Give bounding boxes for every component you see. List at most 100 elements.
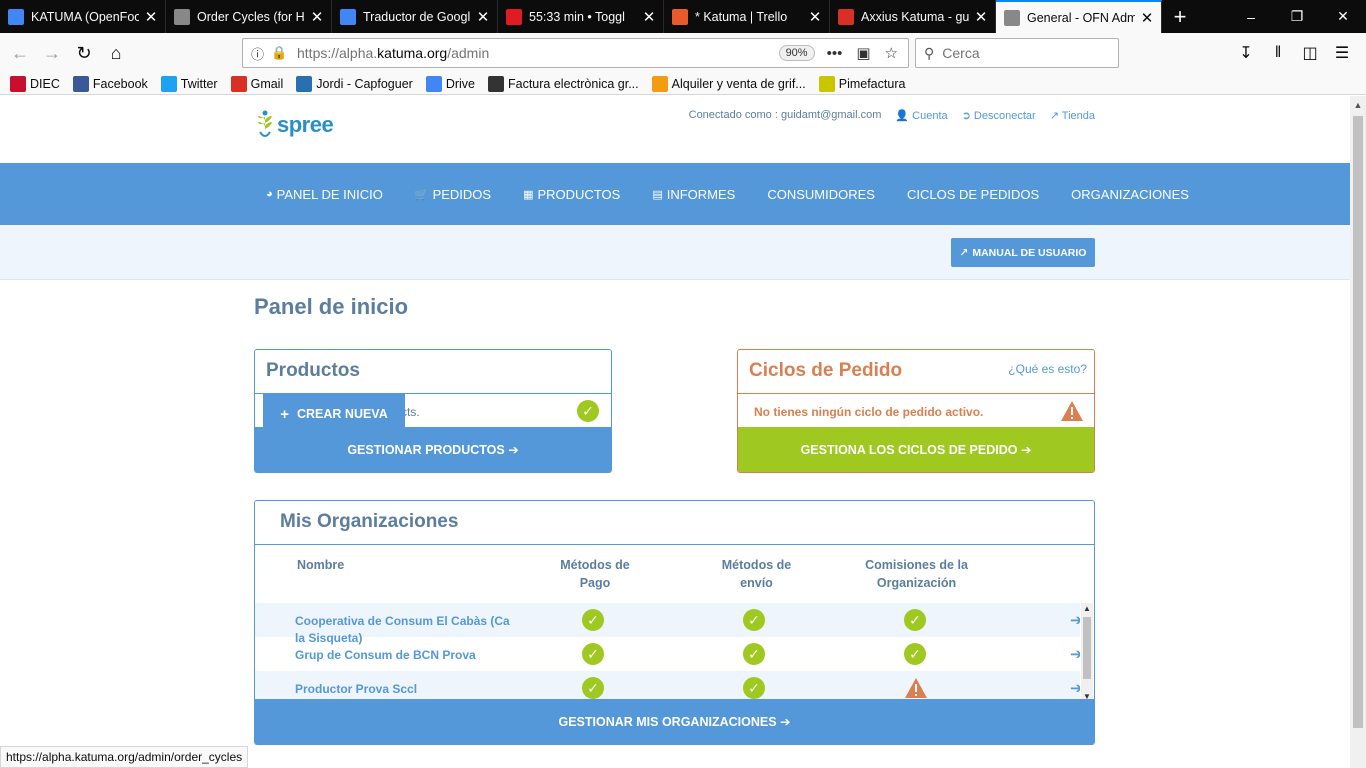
url-bar[interactable]: ⓘ 🔒 https://alpha.katuma.org/admin 90% •… — [242, 38, 909, 68]
bookmark-item[interactable]: Jordi - Capfoguer — [296, 75, 413, 92]
browser-tab[interactable]: Order Cycles (for H ✕ — [166, 0, 332, 33]
page-scroll-thumb[interactable] — [1353, 116, 1363, 728]
arrow-right-icon[interactable]: ➔ — [1070, 645, 1080, 663]
close-tab-icon[interactable]: ✕ — [475, 8, 491, 26]
info-icon[interactable]: ⓘ — [251, 44, 271, 63]
user-manual-button[interactable]: ↗ MANUAL DE USUARIO — [951, 238, 1095, 267]
forward-icon[interactable]: → — [36, 37, 68, 69]
url-text[interactable]: https://alpha.katuma.org/admin — [289, 45, 779, 61]
store-link[interactable]: ↗ Tienda — [1050, 109, 1095, 122]
back-icon[interactable]: ← — [4, 37, 36, 69]
bookmark-item[interactable]: Alquiler y venta de grif... — [651, 75, 806, 92]
browser-tab[interactable]: 55:33 min • Toggl ✕ — [498, 0, 664, 33]
nav-toolbar: ← → ↻ ⌂ ⓘ 🔒 https://alpha.katuma.org/adm… — [0, 33, 1366, 73]
nav-item-label: CICLOS DE PEDIDOS — [906, 186, 1040, 202]
nav-item[interactable]: ORGANIZACIONES — [1071, 187, 1189, 202]
page-scrollbar[interactable]: ▲ — [1350, 96, 1366, 768]
arrow-right-icon[interactable]: ➔ — [1070, 679, 1080, 697]
arrow-right-icon[interactable]: ➔ — [1070, 611, 1080, 629]
search-icon: ⚲ — [924, 44, 935, 61]
new-tab-button[interactable]: + — [1162, 0, 1198, 33]
katuma-icon — [672, 8, 688, 25]
bookmark-item[interactable]: Drive — [425, 75, 475, 92]
close-tab-icon[interactable]: ✕ — [641, 8, 657, 26]
more-actions-icon[interactable]: ••• — [827, 45, 843, 62]
logout-icon: ➲ — [961, 110, 971, 122]
check-icon: ✓ — [577, 400, 599, 422]
bookmark-item[interactable]: Facebook — [72, 75, 148, 92]
close-tab-icon[interactable]: ✕ — [973, 8, 989, 26]
bookmark-item[interactable]: Factura electrònica gr... — [488, 75, 639, 92]
nav-item[interactable]: 🛒 PEDIDOS — [415, 187, 491, 202]
scroll-up-icon[interactable]: ▲ — [1350, 100, 1366, 110]
table-scrollbar[interactable]: ▲ ▼ — [1081, 603, 1093, 703]
tab-title: 55:33 min • Toggl — [529, 9, 625, 24]
reload-icon[interactable]: ↻ — [68, 37, 100, 69]
external-link-icon: ↗ — [1049, 110, 1059, 122]
browser-tab[interactable]: Traductor de Googl ✕ — [332, 0, 498, 33]
bookmark-label: DIEC — [30, 76, 60, 91]
bookmark-item[interactable]: Pimefactura — [818, 75, 906, 92]
logout-link[interactable]: ➲ Desconectar — [962, 109, 1036, 122]
browser-tab[interactable]: General - OFN Adm ✕ — [996, 0, 1162, 33]
nav-item[interactable]: CONSUMIDORES — [767, 187, 875, 202]
nav-item-label: PEDIDOS — [432, 186, 492, 202]
fees-status: ✓ — [904, 609, 926, 631]
sidebar-icon[interactable]: ◫ — [1294, 37, 1326, 69]
bookmark-label: Facebook — [92, 76, 148, 91]
scroll-thumb[interactable] — [1083, 617, 1091, 679]
restore-icon[interactable]: ❐ — [1274, 0, 1320, 33]
bookmark-item[interactable]: DIEC — [10, 75, 60, 92]
close-tab-icon[interactable]: ✕ — [807, 8, 823, 26]
library-icon[interactable]: ‖ — [1262, 37, 1294, 69]
spree-logo[interactable]: spree — [256, 110, 334, 140]
nav-item[interactable]: ▤ INFORMES — [652, 187, 735, 202]
browser-tab[interactable]: Axxius Katuma - gui ✕ — [830, 0, 996, 33]
pocket-icon[interactable]: ▣ — [856, 44, 870, 62]
manage-order-cycles-button[interactable]: GESTIONA LOS CICLOS DE PEDIDO ➔ — [738, 427, 1094, 472]
bookmark-favicon-icon — [818, 75, 835, 92]
bookmark-item[interactable]: Twitter — [160, 75, 218, 92]
check-icon: ✓ — [582, 677, 604, 699]
organization-link[interactable]: Productor Prova Sccl — [295, 681, 510, 698]
what-is-this-link[interactable]: ¿Qué es esto? — [1008, 362, 1087, 376]
scroll-up-icon[interactable]: ▲ — [1081, 603, 1093, 615]
check-icon: ✓ — [582, 643, 604, 665]
bookmark-favicon-icon — [10, 75, 26, 92]
account-bar: Conectado como : guidamt@gmail.com 👤 Cue… — [689, 109, 1095, 122]
close-tab-icon[interactable]: ✕ — [1139, 9, 1155, 27]
create-product-button[interactable]: + CREAR NUEVA — [263, 393, 405, 435]
bookmark-label: Jordi - Capfoguer — [316, 76, 413, 91]
browser-tab[interactable]: KATUMA (OpenFoo ✕ — [0, 0, 166, 33]
bookmarks-bar: DIEC Facebook Twitter Gmail Jordi - Capfogue… — [0, 73, 1366, 95]
manage-organizations-button[interactable]: GESTIONAR MIS ORGANIZACIONES ➔ — [255, 699, 1094, 744]
check-icon: ✓ — [904, 643, 926, 665]
download-icon[interactable]: ↧ — [1230, 37, 1262, 69]
bookmark-label: Pimefactura — [838, 76, 906, 91]
search-input[interactable]: ⚲ Cerca — [915, 38, 1119, 68]
globe-icon — [174, 8, 190, 25]
close-tab-icon[interactable]: ✕ — [143, 8, 159, 26]
cart-icon: 🛒 — [414, 188, 429, 201]
close-tab-icon[interactable]: ✕ — [309, 8, 325, 26]
home-icon[interactable]: ⌂ — [100, 37, 132, 69]
search-placeholder: Cerca — [942, 45, 980, 61]
fees-status: ✓ — [904, 643, 926, 665]
bookmark-label: Gmail — [250, 76, 284, 91]
organizations-table: Cooperativa de Consum El Cabàs (Ca la Si… — [255, 603, 1080, 705]
organization-link[interactable]: Grup de Consum de BCN Prova — [295, 647, 510, 664]
nav-item[interactable]: ◕ PANEL DE INICIO — [266, 187, 383, 202]
close-window-icon[interactable]: ✕ — [1320, 0, 1366, 33]
nav-item-label: PANEL DE INICIO — [276, 186, 383, 202]
bookmark-star-icon[interactable]: ☆ — [885, 44, 898, 62]
menu-icon[interactable]: ☰ — [1326, 37, 1358, 69]
nav-item[interactable]: ▦ PRODUCTOS — [523, 187, 620, 202]
minimize-icon[interactable]: – — [1228, 0, 1274, 33]
nav-item[interactable]: CICLOS DE PEDIDOS — [907, 187, 1039, 202]
bookmark-item[interactable]: Gmail — [230, 75, 284, 92]
table-header: Nombre Métodos de Pago Métodos de envío … — [255, 545, 1094, 603]
account-link[interactable]: 👤 Cuenta — [895, 109, 947, 122]
browser-tab[interactable]: * Katuma | Trello ✕ — [664, 0, 830, 33]
zoom-level[interactable]: 90% — [778, 45, 815, 61]
bookmark-label: Factura electrònica gr... — [508, 76, 639, 91]
